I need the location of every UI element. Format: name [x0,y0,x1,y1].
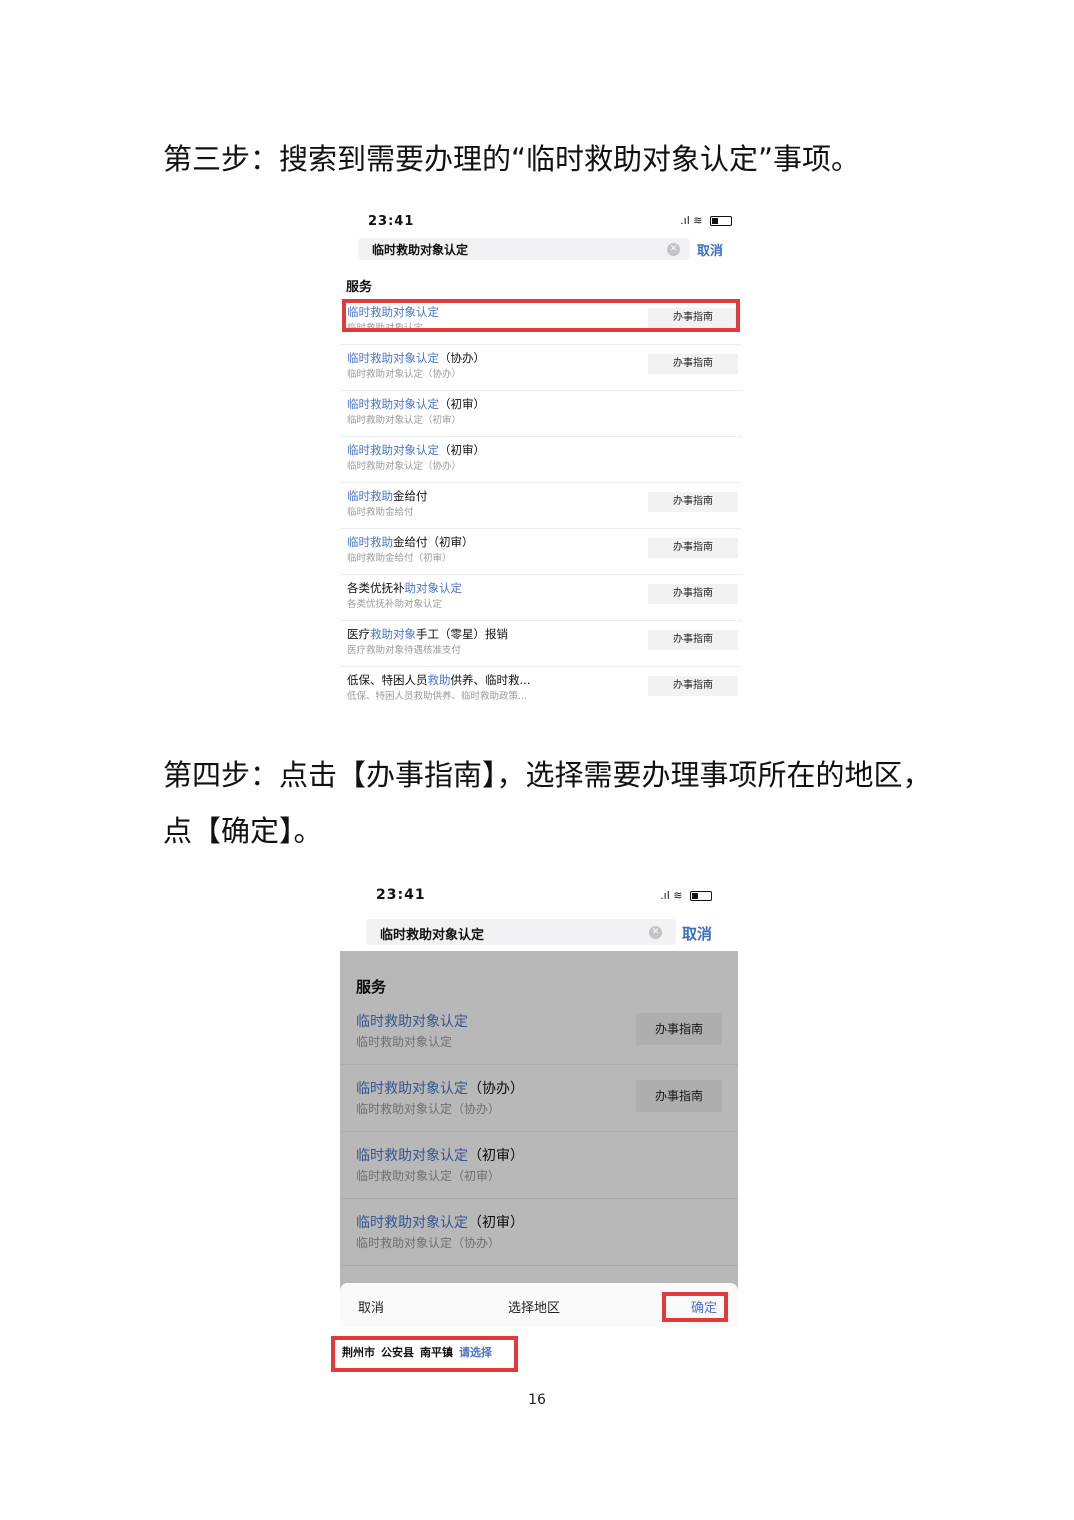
wifi-icon: ≋ [673,889,683,902]
item-subtitle: 临时救助对象认定（初审） [347,415,462,426]
list-item[interactable]: 各类优抚补助对象认定 各类优抚补助对象认定 办事指南 [340,574,742,621]
region-level-1[interactable]: 荆州市 [342,1346,375,1359]
item-title-prefix: 低保、特困人员 [347,673,428,687]
status-time: 23:41 [376,887,426,903]
item-title-highlight: 临时救助对象认定 [347,443,439,457]
region-picker-sheet: 取消 选择地区 确定 荆州市 公安县 南平镇 请选择 [340,1283,738,1376]
item-title: 临时救助金给付（初审） [347,534,474,550]
guide-button[interactable]: 办事指南 [648,676,738,696]
item-title: 临时救助金给付 [347,488,428,504]
search-input[interactable]: 临时救助对象认定 ✕ [358,238,690,260]
region-level-3[interactable]: 南平镇 [420,1346,453,1359]
item-title-highlight: 临时救助 [347,489,393,503]
item-subtitle: 医疗救助对象待遇核准支付 [347,645,462,656]
item-title: 临时救助对象认定（协办） [347,350,485,366]
item-title-suffix: （协办） [439,351,485,365]
item-title-highlight: 临时救助 [347,535,393,549]
list-item[interactable]: 临时救助金给付 临时救助金给付 办事指南 [340,482,742,529]
item-title-highlight: 临时救助对象认定 [347,351,439,365]
item-title-highlight: 助对象认定 [404,581,463,595]
cancel-search-button[interactable]: 取消 [697,240,723,259]
search-input[interactable]: 临时救助对象认定 ✕ [366,919,676,945]
item-title-suffix: （初审） [439,397,485,411]
item-title-suffix: 金给付 [393,489,428,503]
item-title: 低保、特困人员救助供养、临时救... [347,672,530,688]
guide-button[interactable]: 办事指南 [648,584,738,604]
signal-icon: .ıl [680,214,690,227]
screenshot-search-results: 23:41 .ıl ≋ 临时救助对象认定 ✕ 取消 服务 临时救助对象认定 临时救… [340,212,742,710]
list-item[interactable]: 临时救助对象认定（协办） 临时救助对象认定（协办） 办事指南 [340,344,742,391]
item-title: 临时救助对象认定（初审） [347,442,485,458]
list-item[interactable]: 低保、特困人员救助供养、临时救... 低保、特困人员救助供养、临时救助政策... 办… [340,666,742,710]
step4-title-line2: 点【确定】。 [163,814,323,848]
item-subtitle: 临时救助对象认定（协办） [347,461,462,472]
region-path[interactable]: 荆州市 公安县 南平镇 请选择 [342,1344,492,1360]
search-query: 临时救助对象认定 [372,243,469,257]
item-title-suffix: 手工（零星）报销 [416,627,508,641]
page-number: 16 [528,1392,546,1408]
item-title: 各类优抚补助对象认定 [347,580,462,596]
battery-icon [710,216,732,226]
confirm-button[interactable]: 确定 [691,1297,717,1316]
list-item[interactable]: 临时救助对象认定（初审） 临时救助对象认定（初审） [340,390,742,437]
item-subtitle: 低保、特困人员救助供养、临时救助政策... [347,691,528,702]
guide-button[interactable]: 办事指南 [648,308,738,328]
modal-overlay[interactable] [340,951,738,1291]
cancel-search-button[interactable]: 取消 [682,923,712,944]
item-title-suffix: 金给付（初审） [393,535,474,549]
status-time: 23:41 [368,214,415,229]
item-title-suffix: （初审） [439,443,485,457]
item-title-prefix: 医疗 [347,627,370,641]
section-title-services: 服务 [346,280,373,295]
item-subtitle: 临时救助金给付 [347,507,414,518]
item-title-highlight: 临时救助对象认定 [347,397,439,411]
item-subtitle: 临时救助金给付（初审） [347,553,452,564]
status-bar: 23:41 .ıl ≋ [340,212,742,234]
battery-icon [690,891,712,901]
wifi-icon: ≋ [693,214,703,227]
guide-button[interactable]: 办事指南 [648,630,738,650]
list-item[interactable]: 临时救助金给付（初审） 临时救助金给付（初审） 办事指南 [340,528,742,575]
clear-icon[interactable]: ✕ [667,243,680,256]
status-bar: 23:41 .ıl ≋ [340,880,738,903]
item-title: 临时救助对象认定（初审） [347,396,485,412]
item-title-highlight: 临时救助对象认定 [347,305,439,319]
item-subtitle: 各类优抚补助对象认定 [347,599,443,610]
guide-button[interactable]: 办事指南 [648,538,738,558]
list-item[interactable]: 医疗救助对象手工（零星）报销医疗救助对象待遇核准支付 办事指南 [340,620,742,667]
step4-title-line1: 第四步：点击【办事指南】，选择需要办理事项所在的地区， [163,758,932,792]
sheet-header: 取消 选择地区 确定 [340,1283,738,1327]
signal-icon: .ıl [660,889,670,902]
item-title: 临时救助对象认定 [347,304,439,320]
list-item[interactable]: 临时救助对象认定 临时救助对象认定 办事指南 [340,298,742,345]
item-subtitle: 临时救助对象认定 [347,323,424,334]
region-level-2[interactable]: 公安县 [381,1346,414,1359]
item-subtitle: 临时救助对象认定（协办） [347,369,462,380]
status-icons: .ıl ≋ [660,889,712,902]
item-title-prefix: 各类优抚补 [347,581,405,595]
list-item[interactable]: 临时救助对象认定（初审） 临时救助对象认定（协办） [340,436,742,483]
status-icons: .ıl ≋ [680,214,732,227]
guide-button[interactable]: 办事指南 [648,492,738,512]
guide-button[interactable]: 办事指南 [648,354,738,374]
item-title: 医疗救助对象手工（零星）报销 [347,626,508,642]
item-title-highlight: 救助对象 [370,627,416,641]
region-row: 荆州市 公安县 南平镇 请选择 [340,1327,738,1376]
search-query: 临时救助对象认定 [380,928,485,943]
clear-icon[interactable]: ✕ [649,926,662,939]
sheet-title: 选择地区 [508,1301,561,1316]
region-choose[interactable]: 请选择 [459,1346,492,1359]
item-title-suffix: 供养、临时救... [450,673,531,687]
screenshot-select-region: 23:41 .ıl ≋ 临时救助对象认定 ✕ 取消 服务 临时救助对象认定 临时救… [340,880,738,1376]
sheet-cancel-button[interactable]: 取消 [358,1297,384,1316]
item-title-highlight: 救助 [427,673,451,687]
step3-title: 第三步：搜索到需要办理的“临时救助对象认定”事项。 [163,142,861,176]
